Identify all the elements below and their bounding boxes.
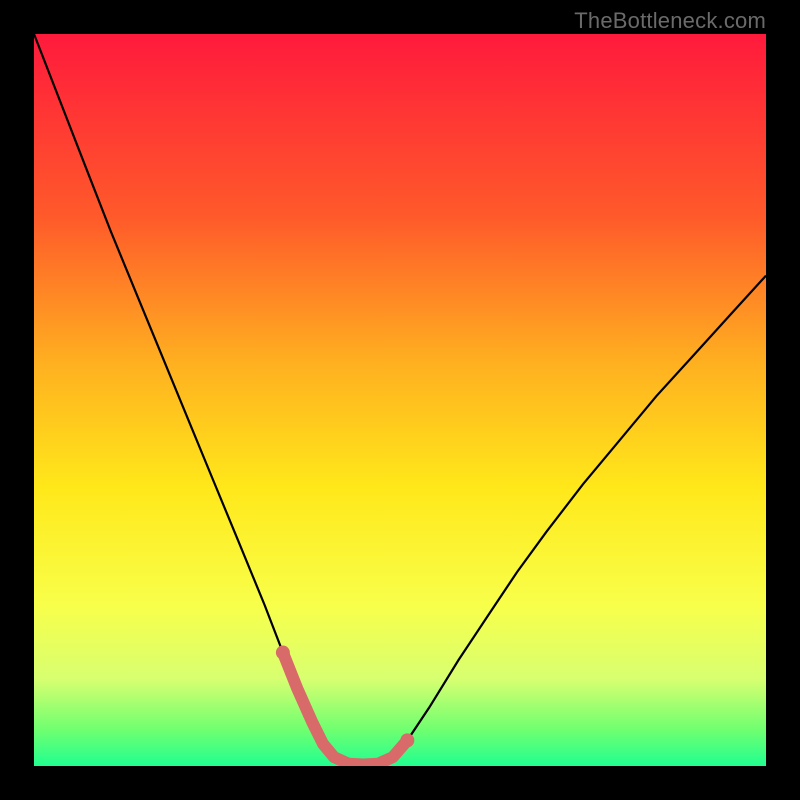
- bottleneck-curve: [34, 34, 766, 765]
- highlight-dot-left: [276, 646, 290, 660]
- curve-layer: [34, 34, 766, 766]
- optimal-range-highlight: [283, 653, 407, 765]
- watermark-text: TheBottleneck.com: [574, 8, 766, 34]
- plot-area: [34, 34, 766, 766]
- chart-frame: TheBottleneck.com: [0, 0, 800, 800]
- highlight-dot-right: [400, 733, 414, 747]
